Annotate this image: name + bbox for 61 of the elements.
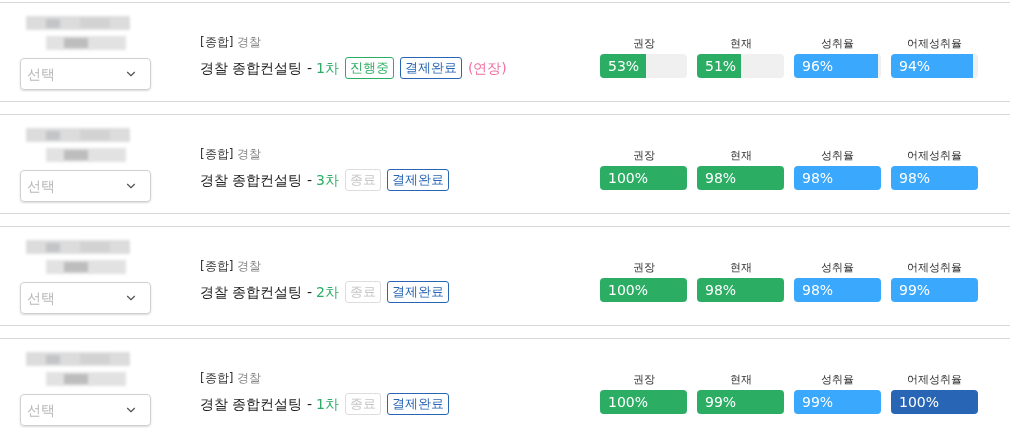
round-label: 1차	[315, 58, 339, 78]
org-label: 경찰	[237, 258, 262, 275]
meter-label: 어제성취율	[907, 147, 962, 164]
select-field[interactable]: 선택	[20, 394, 151, 426]
meter-label: 권장	[632, 371, 655, 388]
progress-reading: 98%	[899, 169, 931, 189]
progress-reading: 94%	[899, 57, 931, 77]
status-tag: 종료	[344, 169, 381, 191]
status-tag: 진행중	[344, 57, 394, 79]
meter-label: 현재	[729, 371, 752, 388]
status-tag: 결제완료	[386, 393, 449, 415]
course-title: 경찰 종합컨설팅 -	[200, 170, 312, 190]
select-field[interactable]: 선택	[20, 58, 151, 90]
meter-label: 현재	[729, 35, 752, 52]
org-label: 경찰	[237, 370, 262, 387]
progress-reading: 98%	[705, 281, 737, 301]
meter-label: 현재	[729, 259, 752, 276]
round-label: 3차	[315, 170, 339, 190]
meter-label: 성취율	[821, 35, 854, 52]
progress-reading: 53%	[608, 57, 640, 77]
progress-reading: 96%	[802, 57, 834, 77]
progress-reading: 99%	[705, 393, 737, 413]
select-field[interactable]: 선택	[20, 170, 151, 202]
meter-label: 어제성취율	[907, 35, 962, 52]
meter-label: 현재	[729, 147, 752, 164]
round-label: 1차	[315, 394, 339, 414]
progress-reading: 98%	[705, 169, 737, 189]
course-title: 경찰 종합컨설팅 -	[200, 58, 312, 78]
status-tag: 결제완료	[386, 281, 449, 303]
category-label: [종합]	[200, 146, 234, 163]
progress-reading: 98%	[802, 281, 834, 301]
category-label: [종합]	[200, 34, 234, 51]
progress-reading: 100%	[608, 281, 649, 301]
category-label: [종합]	[200, 258, 234, 275]
progress-reading: 51%	[705, 57, 737, 77]
course-title: 경찰 종합컨설팅 -	[200, 282, 312, 302]
status-tag: 종료	[344, 393, 381, 415]
meter-label: 성취율	[821, 147, 854, 164]
extension-note: (연장)	[467, 58, 507, 78]
org-label: 경찰	[237, 34, 262, 51]
status-tag: 종료	[344, 281, 381, 303]
meter-label: 권장	[632, 259, 655, 276]
category-label: [종합]	[200, 370, 234, 387]
progress-reading: 98%	[802, 169, 834, 189]
progress-reading: 100%	[899, 393, 940, 413]
meter-label: 성취율	[821, 371, 854, 388]
progress-reading: 100%	[608, 393, 649, 413]
meter-label: 어제성취율	[907, 259, 962, 276]
select-field[interactable]: 선택	[20, 282, 151, 314]
meter-label: 어제성취율	[907, 371, 962, 388]
status-tag: 결제완료	[399, 57, 462, 79]
meter-label: 권장	[632, 147, 655, 164]
round-label: 2차	[315, 282, 339, 302]
meter-label: 권장	[632, 35, 655, 52]
meter-label: 성취율	[821, 259, 854, 276]
org-label: 경찰	[237, 146, 262, 163]
progress-reading: 99%	[899, 281, 931, 301]
status-tag: 결제완료	[386, 169, 449, 191]
progress-reading: 99%	[802, 393, 834, 413]
progress-reading: 100%	[608, 169, 649, 189]
course-title: 경찰 종합컨설팅 -	[200, 394, 312, 414]
